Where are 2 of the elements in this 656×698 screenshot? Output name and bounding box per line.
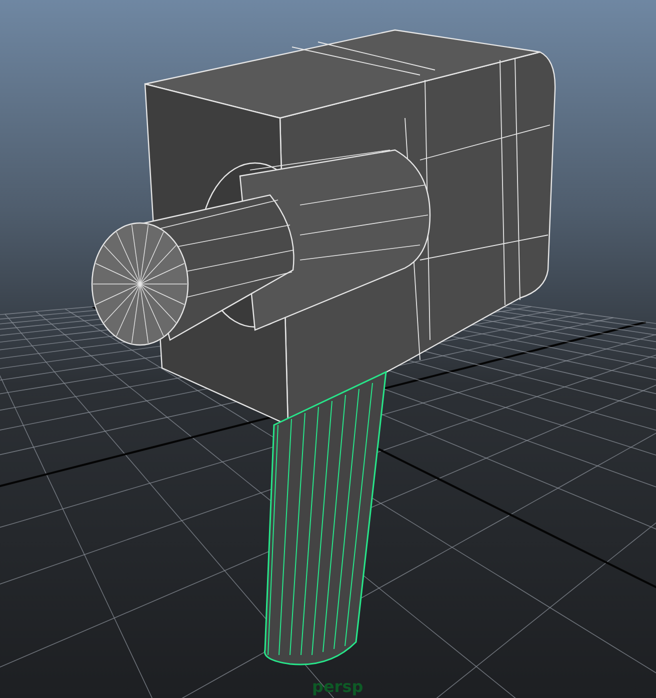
lens-mesh[interactable] — [91, 149, 431, 346]
handle-mesh[interactable] — [264, 371, 387, 666]
